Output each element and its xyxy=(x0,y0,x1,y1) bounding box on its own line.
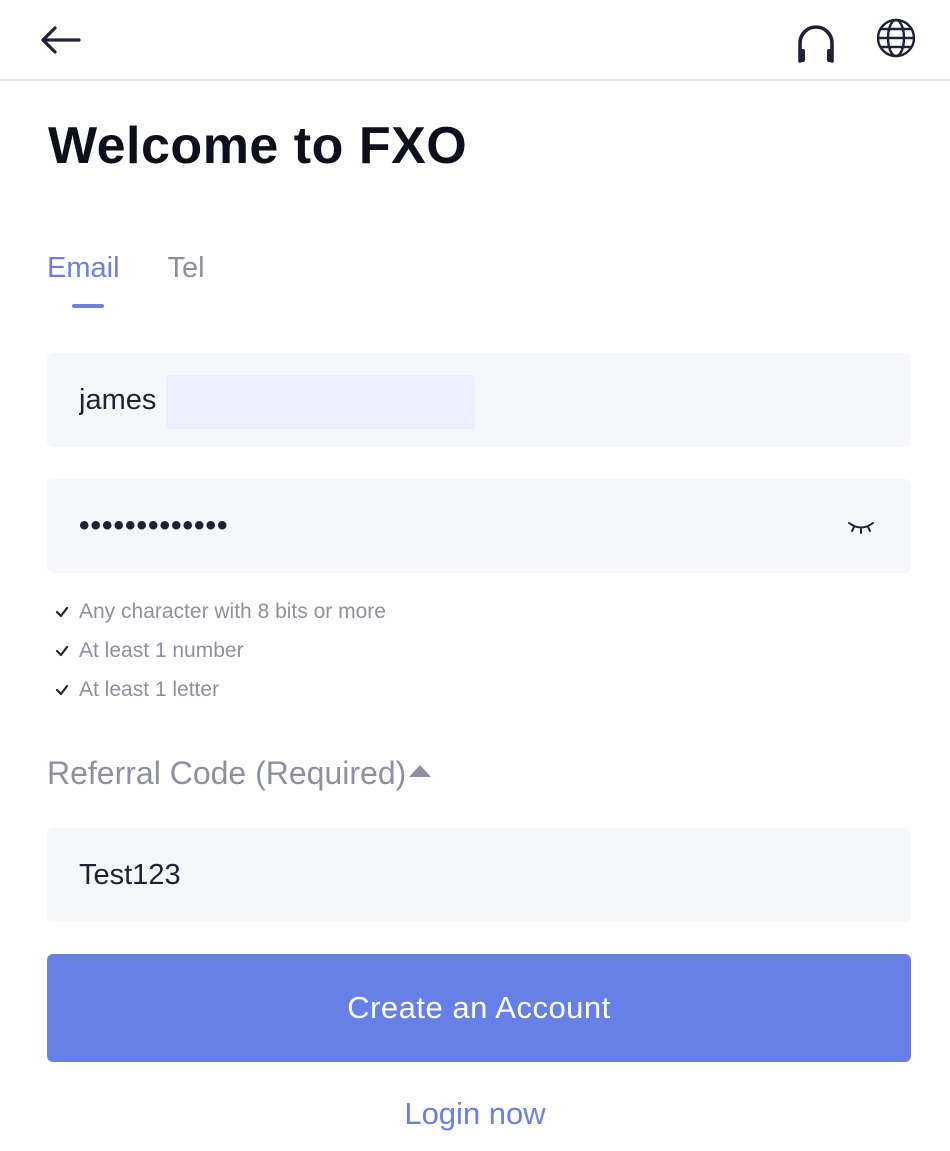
top-nav-bar xyxy=(0,0,950,81)
password-rule-text: At least 1 letter xyxy=(79,677,220,701)
password-rule-text: At least 1 number xyxy=(79,638,244,662)
password-rule: At least 1 number xyxy=(55,631,386,670)
headphones-icon xyxy=(798,25,834,63)
email-field-container xyxy=(47,353,911,447)
create-account-button[interactable]: Create an Account xyxy=(47,954,911,1062)
referral-field-container xyxy=(47,828,911,922)
password-rule: At least 1 letter xyxy=(55,670,386,709)
referral-code-input[interactable] xyxy=(47,828,911,922)
page-title: Welcome to FXO xyxy=(48,117,468,175)
checkmark-icon xyxy=(55,643,71,659)
password-input[interactable] xyxy=(47,479,911,573)
globe-icon xyxy=(876,18,916,58)
eye-closed-icon xyxy=(848,522,874,534)
login-now-link[interactable]: Login now xyxy=(0,1096,950,1132)
referral-code-label: Referral Code (Required) xyxy=(47,755,407,791)
email-input[interactable] xyxy=(47,353,911,447)
toggle-password-visibility-button[interactable] xyxy=(843,509,879,543)
referral-code-toggle[interactable]: Referral Code (Required) xyxy=(47,755,432,792)
signup-method-tabs: Email Tel xyxy=(47,252,253,312)
back-button[interactable] xyxy=(36,20,84,60)
password-rule: Any character with 8 bits or more xyxy=(55,592,386,631)
language-button[interactable] xyxy=(870,12,922,64)
tab-email-label: Email xyxy=(47,252,120,284)
customer-support-button[interactable] xyxy=(792,16,840,68)
checkmark-icon xyxy=(55,682,71,698)
tab-tel[interactable]: Tel xyxy=(168,252,205,312)
password-rule-text: Any character with 8 bits or more xyxy=(79,599,386,623)
checkmark-icon xyxy=(55,604,71,620)
tab-email[interactable]: Email xyxy=(47,252,120,312)
caret-up-icon xyxy=(409,764,432,777)
active-tab-indicator xyxy=(72,304,104,308)
password-field-container xyxy=(47,479,911,573)
password-requirements: Any character with 8 bits or more At lea… xyxy=(55,592,386,709)
tab-tel-label: Tel xyxy=(167,252,205,284)
arrow-left-icon xyxy=(41,26,81,54)
